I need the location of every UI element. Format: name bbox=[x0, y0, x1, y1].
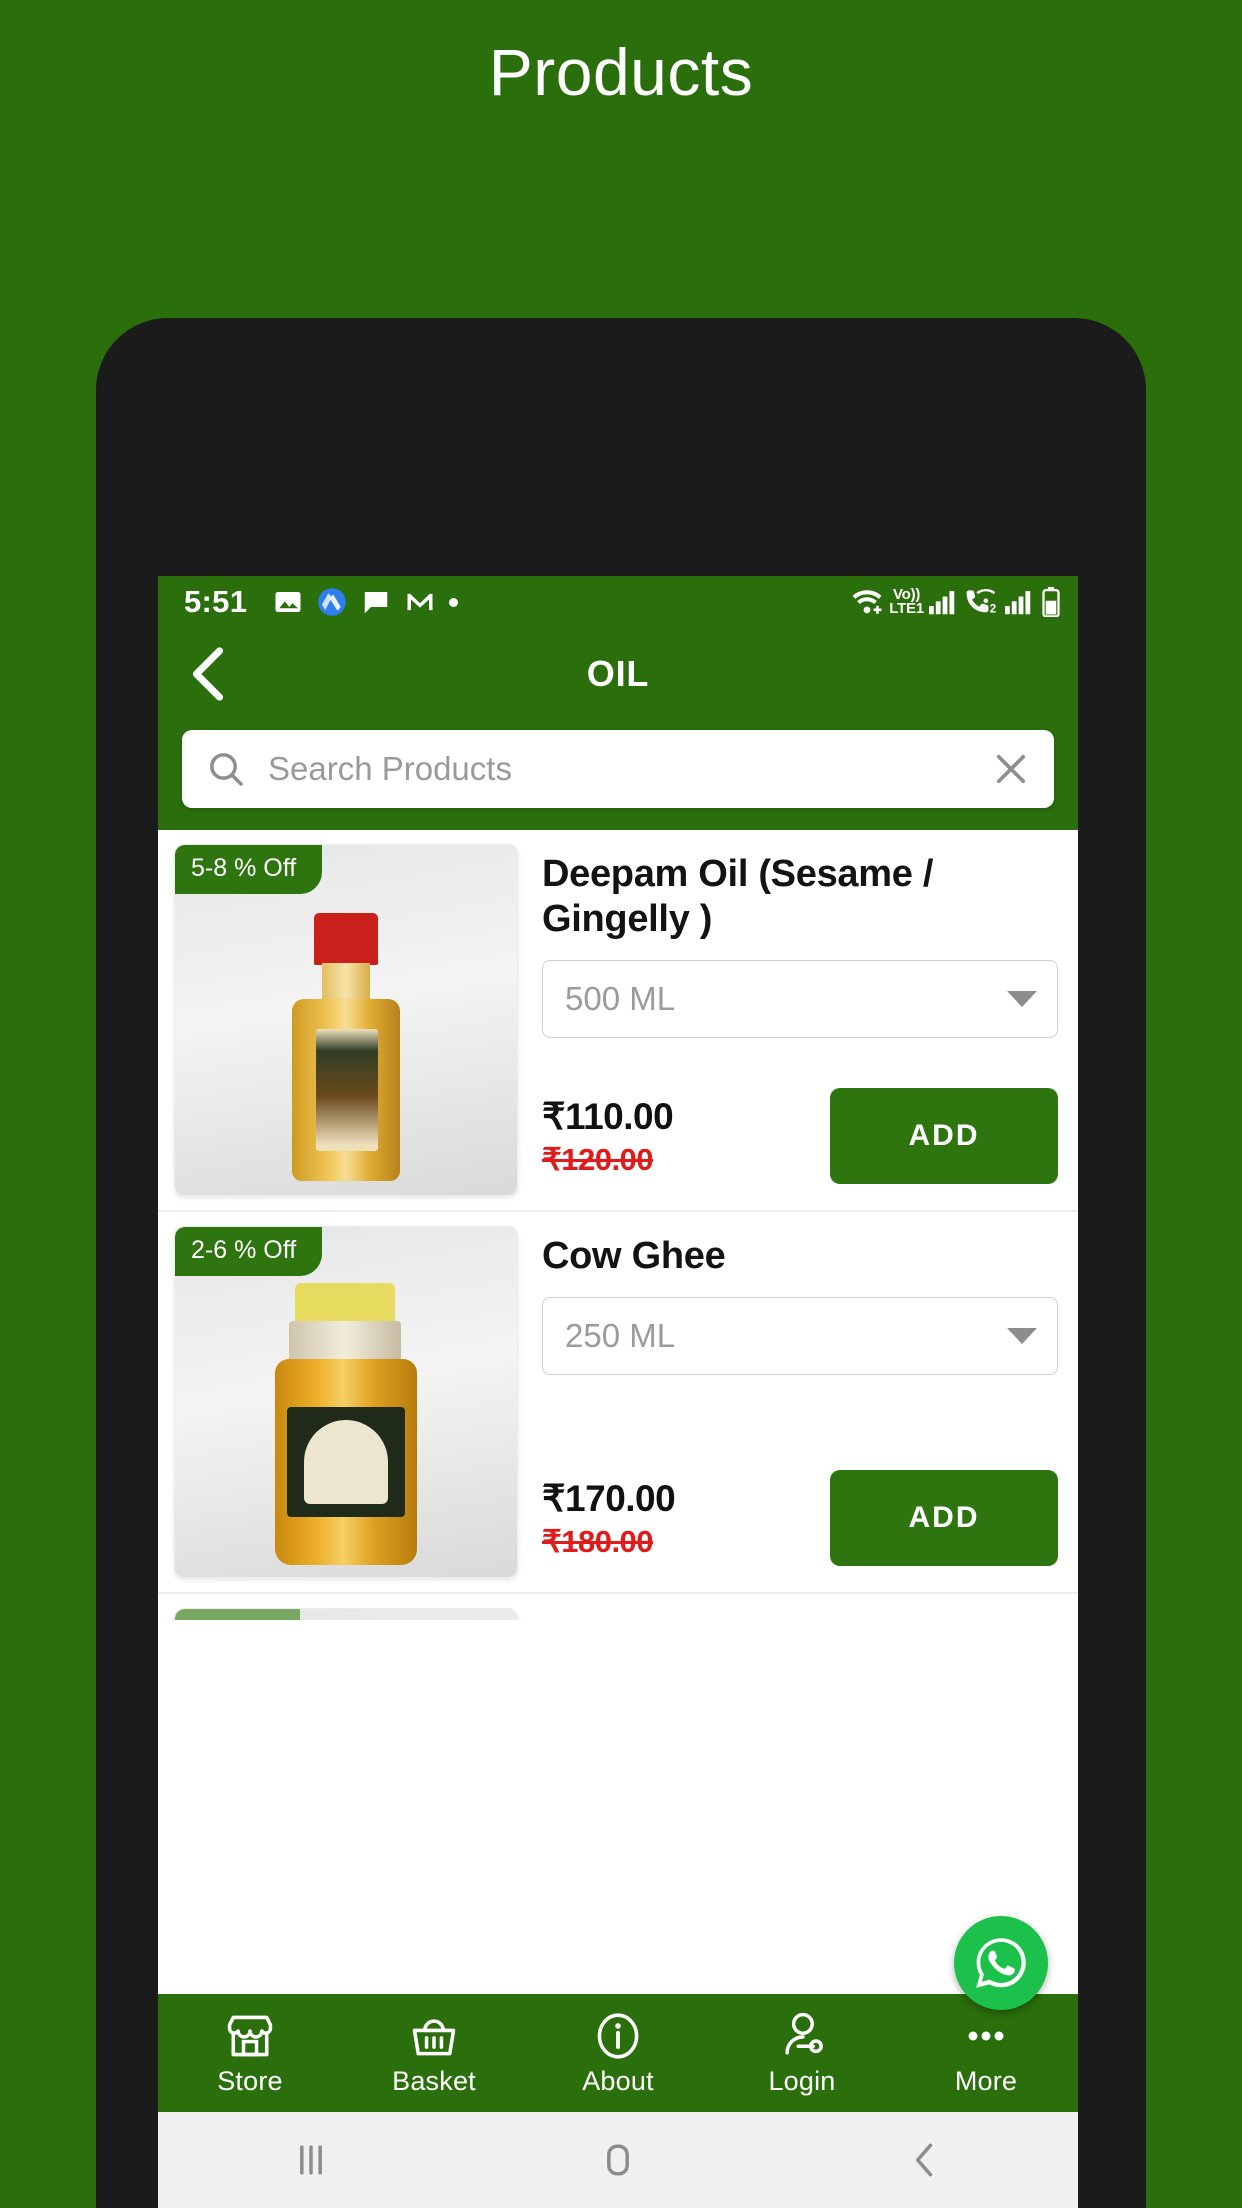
call-wifi-icon: 2 bbox=[966, 589, 996, 615]
nav-label-about: About bbox=[582, 2065, 654, 2096]
store-icon bbox=[227, 2015, 273, 2056]
whatsapp-float-button[interactable] bbox=[954, 1916, 1048, 2010]
product-card[interactable]: 8 % Off Out of Stock Herbal Hair Oil 250… bbox=[158, 1594, 1078, 1620]
image-icon bbox=[275, 592, 301, 612]
nav-label-login: Login bbox=[768, 2065, 836, 2096]
ellipsis-icon bbox=[968, 2031, 1004, 2040]
price-row: ₹170.00 ₹180.00 ADD bbox=[542, 1470, 1058, 1566]
nav-item-about[interactable]: About bbox=[526, 2010, 710, 2097]
page-title: Products bbox=[488, 35, 754, 109]
product-info: Deepam Oil (Sesame / Gingelly ) 500 ML ₹… bbox=[518, 844, 1062, 1198]
price-row: ₹110.00 ₹120.00 ADD bbox=[542, 1088, 1058, 1184]
product-old-price: ₹120.00 bbox=[542, 1141, 654, 1177]
product-thumbnail[interactable]: 8 % Off Out of Stock bbox=[174, 1608, 518, 1620]
product-image-bottle bbox=[286, 913, 406, 1181]
nav-label-more: More bbox=[954, 2065, 1018, 2096]
basket-icon bbox=[412, 2018, 456, 2055]
status-notification-icons bbox=[273, 587, 459, 617]
gmail-icon bbox=[407, 593, 433, 611]
chevron-down-icon bbox=[1007, 990, 1037, 1007]
recents-icon bbox=[300, 2145, 323, 2175]
nav-item-login[interactable]: Login bbox=[710, 2010, 894, 2097]
product-image bbox=[175, 845, 517, 1195]
chevron-left-icon bbox=[192, 647, 224, 701]
app-header: OIL bbox=[158, 628, 1078, 720]
variant-value: 250 ML bbox=[565, 1316, 676, 1354]
product-price: ₹110.00 bbox=[542, 1095, 674, 1137]
product-info: Cow Ghee 250 ML ₹170.00 ₹180.00 ADD bbox=[518, 1226, 1062, 1580]
user-key-icon bbox=[785, 2012, 823, 2054]
discount-badge: 2-6 % Off bbox=[175, 1227, 323, 1276]
nav-item-more[interactable]: More bbox=[894, 2010, 1078, 2097]
product-old-price: ₹180.00 bbox=[542, 1523, 654, 1559]
nav-label-basket: Basket bbox=[392, 2065, 476, 2096]
screenshot-root: Products 5:51 Vo)) LTE1 2 OIL Search Pro… bbox=[0, 0, 1242, 2208]
phone-screen: 5:51 Vo)) LTE1 2 OIL Search Products 5-8… bbox=[158, 576, 1078, 2208]
product-price: ₹170.00 bbox=[542, 1477, 676, 1519]
search-input[interactable] bbox=[268, 750, 990, 788]
signal-bars-icon-2 bbox=[1005, 591, 1031, 615]
android-home-button[interactable] bbox=[465, 2138, 772, 2182]
nav-item-store[interactable]: Store bbox=[158, 2010, 342, 2097]
product-list[interactable]: 5-8 % Off Deepam Oil (Sesame / Gingelly … bbox=[158, 830, 1078, 1620]
chat-icon bbox=[365, 592, 388, 614]
nav-label-store: Store bbox=[217, 2065, 283, 2096]
product-thumbnail[interactable]: 5-8 % Off bbox=[174, 844, 518, 1196]
chevron-down-icon bbox=[1007, 1327, 1037, 1344]
nav-item-basket[interactable]: Basket bbox=[342, 2010, 526, 2097]
search-icon bbox=[210, 753, 243, 786]
product-info: Herbal Hair Oil 250 ML ₹240.00 ₹260.00 A… bbox=[518, 1608, 1062, 1620]
variant-dropdown[interactable]: 250 ML bbox=[542, 1296, 1058, 1375]
info-icon bbox=[597, 2012, 639, 2059]
volte-icon: Vo)) LTE1 bbox=[889, 587, 924, 617]
wifi-icon bbox=[852, 590, 882, 614]
svg-text:2: 2 bbox=[990, 603, 996, 615]
drive-icon bbox=[318, 588, 346, 616]
product-name: Deepam Oil (Sesame / Gingelly ) bbox=[542, 853, 934, 940]
product-name: Herbal Hair Oil bbox=[542, 1616, 1058, 1620]
bottom-navigation: Store Basket About Login More bbox=[158, 1994, 1078, 2112]
search-bar[interactable] bbox=[182, 730, 1054, 808]
product-image-bottle bbox=[261, 1283, 431, 1565]
back-button[interactable] bbox=[180, 646, 236, 702]
product-image bbox=[175, 1227, 517, 1577]
android-back-button[interactable] bbox=[771, 2138, 1078, 2182]
volte-bottom-label: LTE1 bbox=[889, 600, 924, 617]
product-thumbnail[interactable]: 2-6 % Off bbox=[174, 1226, 518, 1578]
android-recents-button[interactable] bbox=[158, 2138, 465, 2182]
status-system-icons: Vo)) LTE1 2 bbox=[850, 587, 1062, 617]
add-to-cart-button[interactable]: ADD bbox=[830, 1470, 1058, 1566]
discount-badge: 8 % Off bbox=[175, 1609, 300, 1620]
add-to-cart-button[interactable]: ADD bbox=[830, 1088, 1058, 1184]
dot-icon bbox=[449, 597, 459, 607]
home-icon bbox=[607, 2144, 629, 2176]
android-navigation-bar bbox=[158, 2112, 1078, 2208]
back-icon bbox=[915, 2143, 932, 2177]
battery-icon bbox=[1042, 587, 1060, 617]
variant-value: 500 ML bbox=[565, 979, 676, 1017]
signal-bars-icon bbox=[929, 591, 955, 615]
product-card[interactable]: 2-6 % Off Cow Ghee 250 ML ₹170.00 ₹180.0… bbox=[158, 1212, 1078, 1594]
whatsapp-icon bbox=[976, 1938, 1026, 1988]
variant-dropdown[interactable]: 500 ML bbox=[542, 959, 1058, 1038]
status-bar: 5:51 Vo)) LTE1 2 bbox=[158, 576, 1078, 628]
product-card[interactable]: 5-8 % Off Deepam Oil (Sesame / Gingelly … bbox=[158, 830, 1078, 1212]
close-icon[interactable] bbox=[990, 748, 1032, 790]
status-time: 5:51 bbox=[184, 584, 248, 619]
search-section bbox=[158, 720, 1078, 830]
app-title: OIL bbox=[586, 653, 650, 694]
discount-badge: 5-8 % Off bbox=[175, 845, 323, 894]
product-name: Cow Ghee bbox=[542, 1235, 726, 1277]
